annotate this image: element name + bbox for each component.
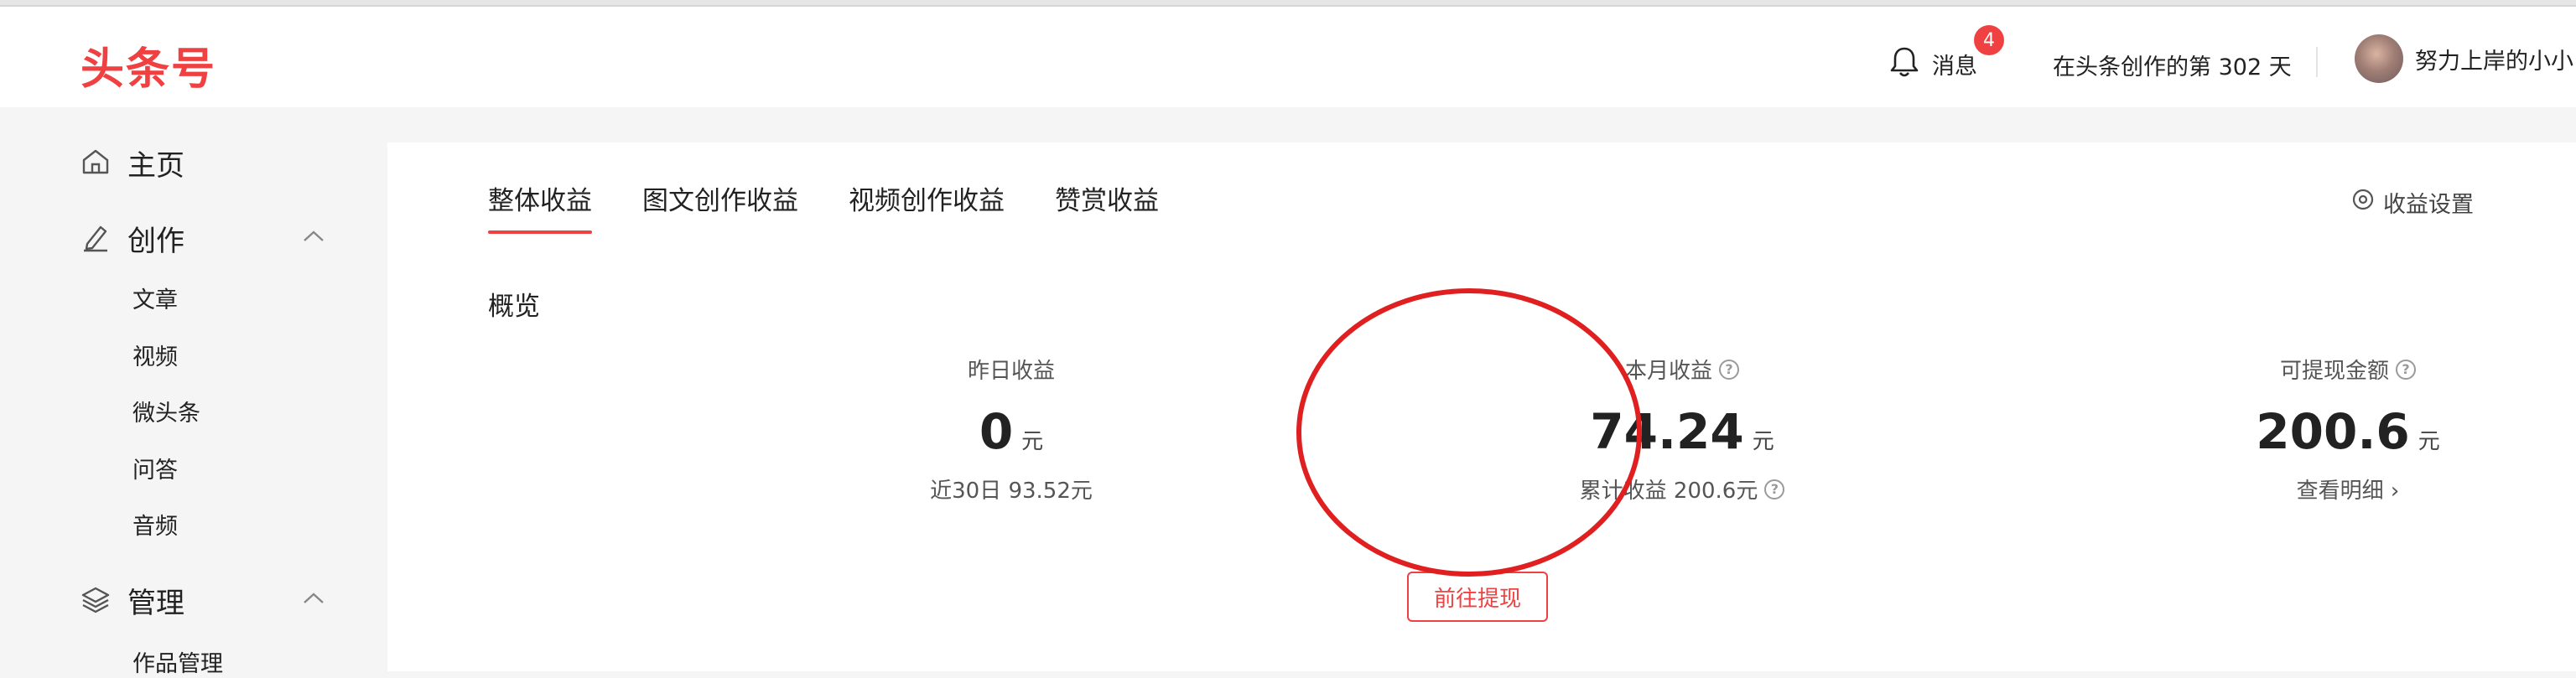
sidebar-item-home[interactable]: 主页 [80,142,184,184]
tab-article-earnings[interactable]: 图文创作收益 [642,179,798,234]
stat-yesterday-unit: 元 [1021,429,1044,454]
chevron-up-icon[interactable] [302,228,325,248]
sidebar-item-article[interactable]: 文章 [132,282,178,314]
sidebar: 主页 创作 文章 视频 微头条 问答 音频 管理 作品管理 [0,107,387,677]
browser-top-edge [0,0,2576,7]
stat-yesterday-30day: 近30日 93.52元 [930,479,1093,504]
messages-button[interactable]: 消息 4 [1888,25,2004,87]
avatar[interactable] [2355,34,2403,83]
sidebar-item-home-label: 主页 [127,149,184,183]
sidebar-group-manage[interactable]: 管理 [80,580,184,621]
earnings-settings-button[interactable]: 收益设置 [2351,186,2474,219]
messages-badge: 4 [1974,25,2004,55]
bell-icon [1888,45,1920,82]
sidebar-group-manage-label: 管理 [127,587,184,620]
withdraw-button[interactable]: 前往提现 [1407,572,1548,622]
sidebar-item-micro-toutiao[interactable]: 微头条 [132,395,200,427]
sidebar-group-create[interactable]: 创作 [80,218,184,259]
chevron-up-icon[interactable] [302,590,325,610]
stat-yesterday-value: 0 [979,403,1014,460]
overview-title: 概览 [488,292,540,322]
toutiaohao-logo[interactable]: 头条号 [80,34,216,96]
sidebar-item-qa[interactable]: 问答 [132,452,178,484]
tab-video-earnings[interactable]: 视频创作收益 [849,179,1005,234]
earnings-tabs: 整体收益 图文创作收益 视频创作收益 赞赏收益 [488,179,1159,234]
view-details-link[interactable]: 查看明细 › [2297,474,2400,505]
stat-withdrawable-value: 200.6 [2256,403,2410,460]
pencil-icon [80,222,111,256]
stat-month-value: 74.24 [1590,403,1744,460]
stat-month-cumulative: 累计收益 200.6元 [1579,479,1758,504]
stat-withdrawable-unit: 元 [2418,429,2440,454]
earnings-panel: 整体收益 图文创作收益 视频创作收益 赞赏收益 收益设置 概览 昨日收益 0 元… [387,142,2576,671]
earnings-settings-label: 收益设置 [2383,192,2474,218]
help-icon[interactable]: ? [2396,359,2416,380]
header-divider [2316,47,2318,77]
sidebar-item-video[interactable]: 视频 [132,339,178,371]
sidebar-item-audio[interactable]: 音频 [132,508,178,541]
help-icon[interactable]: ? [1719,359,1739,380]
messages-label: 消息 [1932,53,1977,80]
tab-appreciation-earnings[interactable]: 赞赏收益 [1055,179,1159,234]
top-header: 头条号 消息 4 在头条创作的第 302 天 努力上岸的小小 [0,7,2576,107]
sidebar-item-works-management[interactable]: 作品管理 [132,645,223,678]
layers-icon [80,584,111,618]
help-icon[interactable]: ? [1764,479,1785,499]
tab-overall-earnings[interactable]: 整体收益 [488,179,592,234]
stat-month-label: 本月收益 [1624,359,1712,384]
stat-withdrawable: 可提现金额 ? 200.6 元 查看明细 › [2138,354,2558,505]
user-menu[interactable]: 努力上岸的小小 [2355,32,2573,85]
creation-days-text: 在头条创作的第 302 天 [2053,54,2292,80]
stat-this-month: 本月收益 ? 74.24 元 累计收益 200.6元 ? [1472,354,1892,505]
settings-circle-icon [2351,188,2375,217]
stat-yesterday: 昨日收益 0 元 近30日 93.52元 [802,354,1221,505]
sidebar-group-create-label: 创作 [127,225,184,258]
username: 努力上岸的小小 [2415,48,2573,75]
home-icon [80,147,111,180]
stat-yesterday-label: 昨日收益 [967,359,1055,384]
stat-month-unit: 元 [1752,429,1774,454]
stat-withdrawable-label: 可提现金额 [2279,359,2389,384]
